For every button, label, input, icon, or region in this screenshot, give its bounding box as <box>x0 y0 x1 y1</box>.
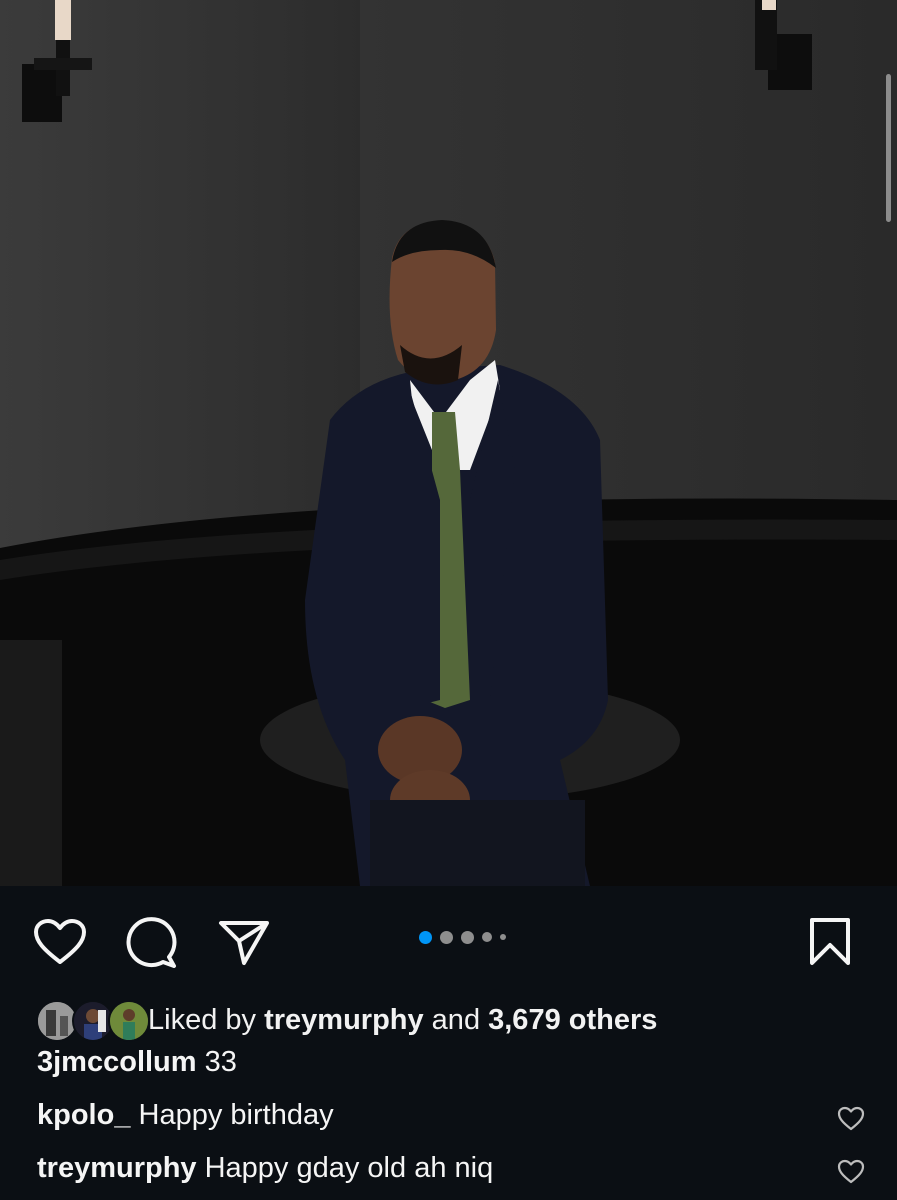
liker-avatars[interactable] <box>36 998 150 1042</box>
likes-middle: and <box>423 1003 489 1036</box>
liker-username[interactable]: treymurphy <box>264 1004 424 1036</box>
post-photo-illustration <box>0 0 897 886</box>
avatar-image <box>74 1002 112 1040</box>
carousel-dot <box>500 934 506 940</box>
share-button[interactable] <box>216 916 272 968</box>
comment-username[interactable]: kpolo_ <box>37 1099 130 1131</box>
avatar-image <box>38 1002 76 1040</box>
comment: kpolo_ Happy birthday <box>37 1099 334 1132</box>
comment-button[interactable] <box>124 916 180 970</box>
post-caption: 3jmccollum 33 <box>37 1046 237 1079</box>
likes-summary[interactable]: Liked by treymurphy and 3,679 others <box>36 996 657 1044</box>
paper-plane-icon <box>219 921 269 965</box>
carousel-dot <box>482 932 492 942</box>
likes-text: Liked by treymurphy and 3,679 others <box>148 1004 657 1037</box>
caption-username[interactable]: 3jmccollum <box>37 1046 197 1078</box>
comment-bubble-icon <box>126 917 177 968</box>
post-photo[interactable] <box>0 0 897 886</box>
comment-text: Happy gday old ah niq <box>196 1152 494 1184</box>
comment-like-button[interactable] <box>837 1106 865 1132</box>
comment-like-button[interactable] <box>837 1159 865 1185</box>
like-button[interactable] <box>32 916 88 968</box>
carousel-dot <box>440 930 453 944</box>
carousel-indicator <box>419 928 506 946</box>
carousel-dot <box>461 930 474 944</box>
caption-text: 33 <box>196 1046 237 1078</box>
scrollbar[interactable] <box>886 74 891 222</box>
avatar-image <box>110 1002 148 1040</box>
comment-username[interactable]: treymurphy <box>37 1152 197 1184</box>
bookmark-icon <box>810 918 850 965</box>
likes-prefix: Liked by <box>148 1003 265 1036</box>
heart-icon <box>837 1106 865 1131</box>
carousel-dot-active <box>419 930 432 944</box>
likes-count[interactable]: 3,679 others <box>488 1004 657 1036</box>
avatar[interactable] <box>108 1000 150 1042</box>
save-button[interactable] <box>806 916 854 968</box>
comment-text: Happy birthday <box>130 1099 334 1131</box>
heart-icon <box>34 919 86 964</box>
heart-icon <box>837 1159 865 1184</box>
comment: treymurphy Happy gday old ah niq <box>37 1152 493 1185</box>
